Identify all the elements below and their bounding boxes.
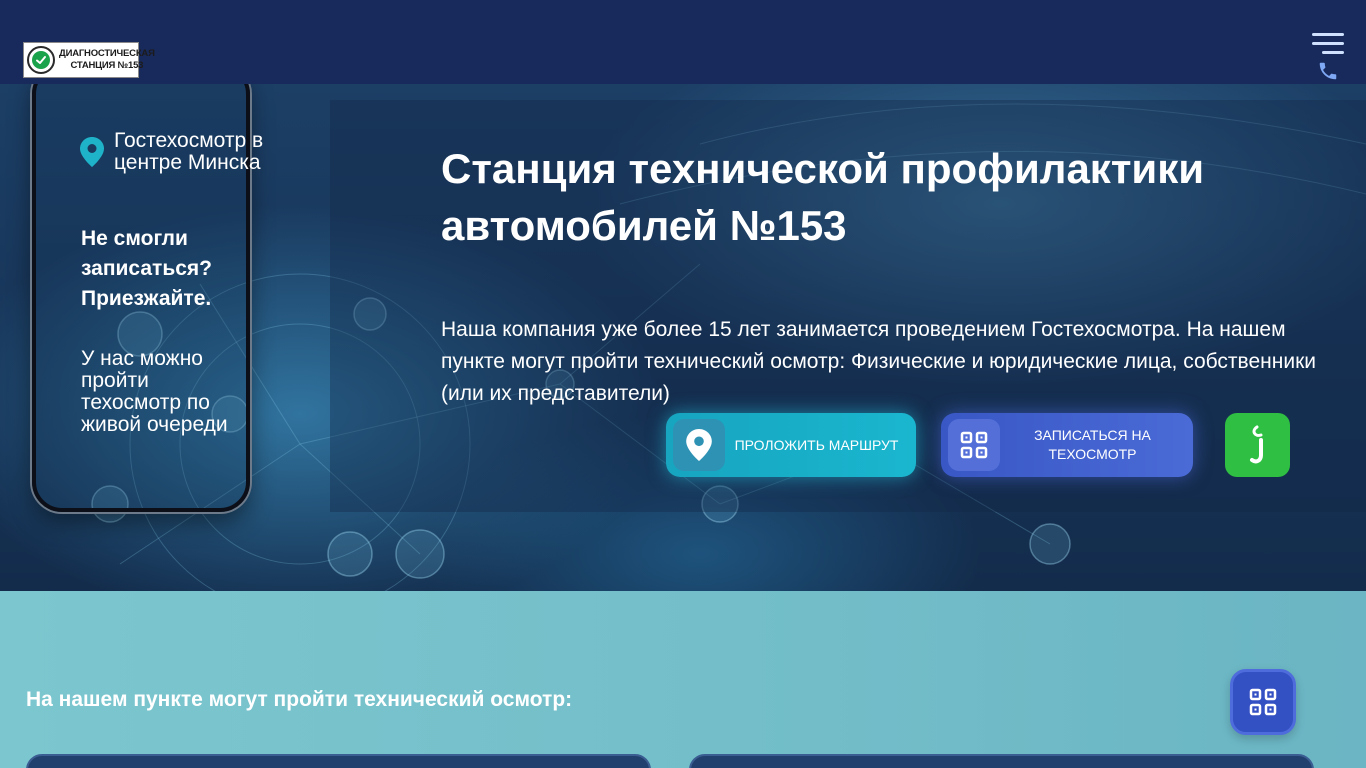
hero-section: Гостехосмотр в центре Минска Не смогли з… [0, 84, 1366, 591]
qr-code-icon [1249, 688, 1277, 716]
green-app-button[interactable] [1225, 413, 1290, 477]
menu-icon[interactable] [1312, 33, 1344, 55]
location-label: Гостехосмотр в центре Минска [114, 129, 264, 174]
green-app-icon [1249, 425, 1263, 464]
walk-in-note: У нас можно пройти техосмотр по живой оч… [81, 347, 228, 436]
logo-seal [27, 46, 55, 74]
floating-qr-button[interactable] [1230, 669, 1296, 735]
site-header: ДИАГНОСТИЧЕСКАЯ СТАНЦИЯ №153 [0, 0, 1366, 84]
location-pin-icon [673, 419, 725, 471]
check-icon [32, 51, 50, 69]
eligibility-card-individuals [26, 754, 651, 768]
page-title: Станция технической профилактики автомоб… [441, 145, 1205, 249]
section-title: На нашем пункте могут пройти технический… [26, 688, 573, 711]
hero-description: Наша компания уже более 15 лет занимаетс… [441, 318, 1316, 405]
book-inspection-button[interactable]: ЗАПИСАТЬСЯ НА ТЕХОСМОТР [941, 413, 1193, 477]
route-button-label: ПРОЛОЖИТЬ МАРШРУТ [734, 436, 899, 453]
logo-line-2: СТАНЦИЯ №153 [70, 60, 144, 71]
location-badge: Гостехосмотр в центре Минска [80, 130, 274, 174]
walk-in-heading: Не смогли записаться? Приезжайте. [81, 227, 213, 310]
eligibility-section: На нашем пункте могут пройти технический… [0, 591, 1366, 768]
eligibility-card-companies [689, 754, 1314, 768]
location-pin-icon [80, 137, 104, 167]
qr-code-icon [948, 419, 1000, 471]
site-logo[interactable]: ДИАГНОСТИЧЕСКАЯ СТАНЦИЯ №153 [23, 42, 155, 78]
phone-icon[interactable] [1317, 60, 1339, 82]
book-button-label: ЗАПИСАТЬСЯ НА ТЕХОСМОТР [1034, 427, 1151, 462]
logo-line-1: ДИАГНОСТИЧЕСКАЯ [59, 48, 155, 59]
logo-text: ДИАГНОСТИЧЕСКАЯ СТАНЦИЯ №153 [59, 48, 155, 72]
route-button[interactable]: ПРОЛОЖИТЬ МАРШРУТ [666, 413, 916, 477]
